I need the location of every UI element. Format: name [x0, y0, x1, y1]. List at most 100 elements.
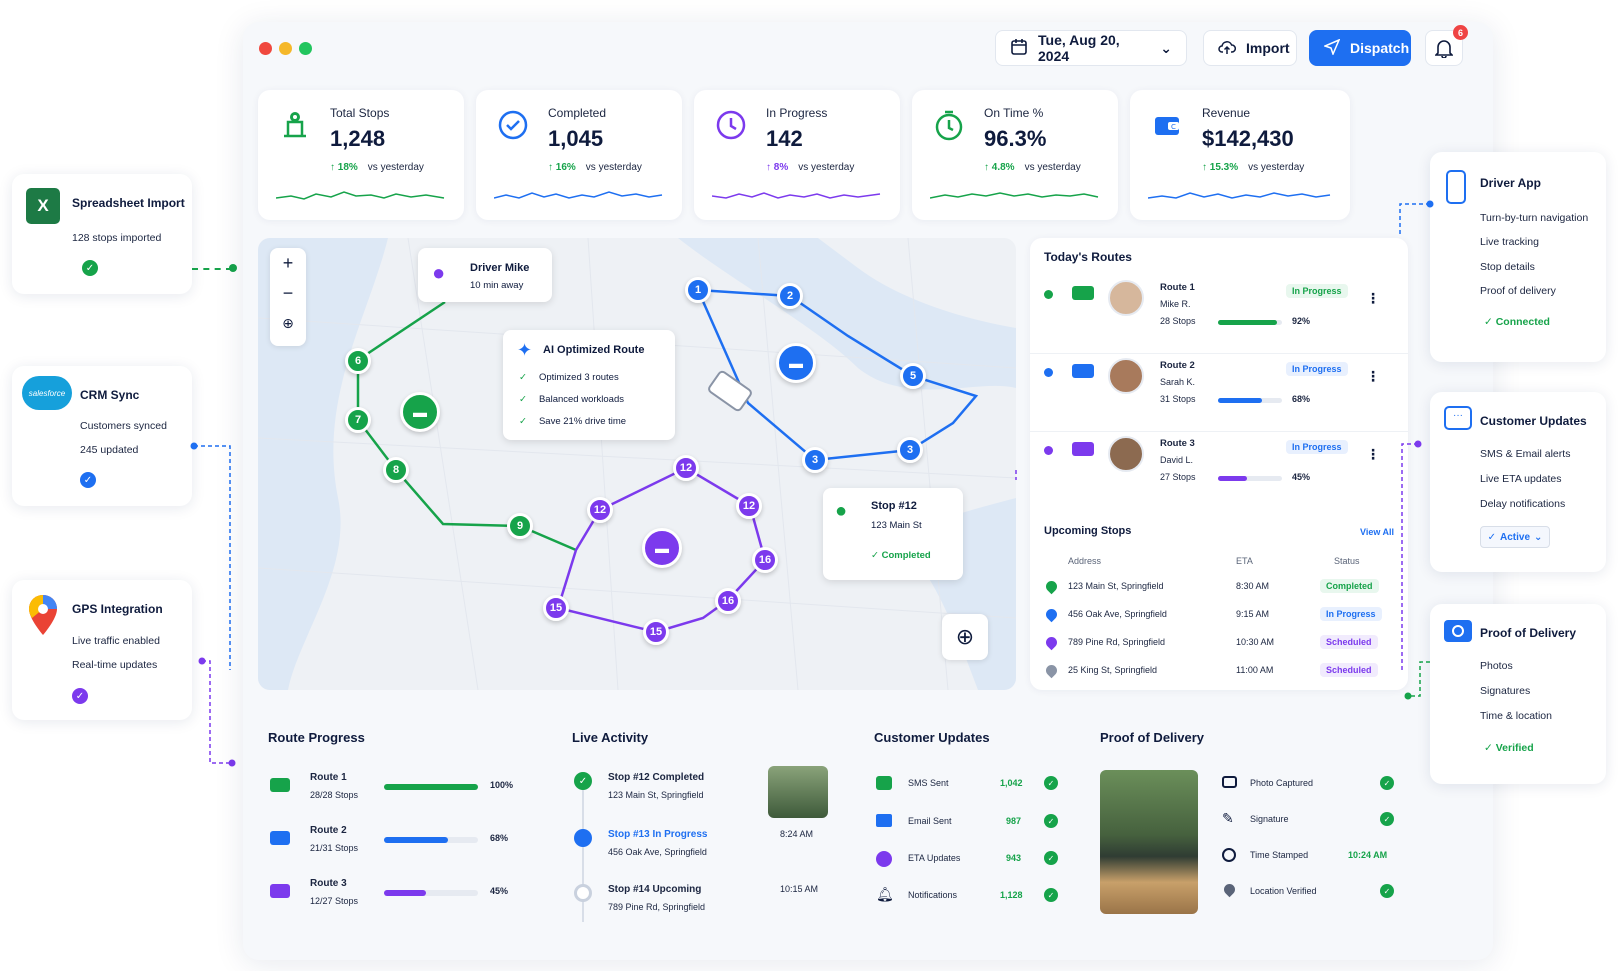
map-stop-marker[interactable]: 1 [685, 277, 711, 303]
route-name: Route 3 [310, 878, 347, 889]
map-stop-marker[interactable]: 6 [345, 348, 371, 374]
zoom-out-button[interactable]: − [270, 278, 306, 308]
update-row[interactable]: Email Sent 987 ✓ [874, 812, 1064, 836]
kpi-change-value: 15.3% [1209, 162, 1239, 173]
update-row[interactable]: SMS Sent 1,042 ✓ [874, 774, 1064, 798]
route-driver: Mike R. [1160, 299, 1191, 309]
ai-popup-item-text: Optimized 3 routes [538, 372, 619, 383]
map-stop-marker[interactable]: 3 [802, 447, 828, 473]
kpi-label: In Progress [766, 106, 828, 120]
smartphone-icon [1446, 170, 1466, 204]
kpi-value: 96.3% [984, 126, 1047, 151]
sms-icon [876, 776, 892, 790]
ai-popup-item: ✓ Optimized 3 routes [519, 372, 619, 383]
update-row[interactable]: ETA Updates 943 ✓ [874, 849, 1064, 873]
route-map[interactable]: + − ⊕ ● Driver Mike 10 min away ✦ AI Opt… [258, 238, 1016, 690]
update-value: 943 [1006, 853, 1022, 863]
zoom-in-button[interactable]: + [270, 248, 306, 278]
route-progress-row[interactable]: Route 3 12/27 Stops 45% [268, 878, 528, 914]
map-stop-marker[interactable]: 3 [897, 437, 923, 463]
feature-item: Stop details [1480, 261, 1535, 273]
import-label: Import [1246, 40, 1290, 56]
delivery-photo-thumbnail[interactable] [768, 766, 828, 818]
notifications-bell-icon[interactable]: 6 [1425, 25, 1468, 66]
kpi-total-stops[interactable]: Total Stops 1,248 ↑ 18% vs yesterday [258, 90, 464, 220]
check-icon: ✓ [1044, 776, 1058, 790]
kpi-vs: vs yesterday [585, 162, 642, 173]
feature-item: Signatures [1480, 685, 1531, 697]
feature-item: Turn-by-turn navigation [1480, 212, 1589, 224]
kpi-revenue[interactable]: C Revenue $142,430 ↑ 15.3% vs yesterday [1130, 90, 1350, 220]
more-options-icon[interactable]: ⋮ [1366, 368, 1380, 385]
map-pin-icon [28, 594, 58, 641]
map-stop-marker[interactable]: 2 [777, 283, 803, 309]
check-icon: ✓ [574, 772, 592, 790]
proof-label: Time Stamped [1250, 850, 1309, 860]
map-stop-marker[interactable]: 15 [543, 595, 569, 621]
map-stop-marker[interactable]: 12 [673, 455, 699, 481]
driver-popup[interactable]: ● Driver Mike 10 min away [418, 248, 552, 302]
truck-icon[interactable]: ▬ [642, 528, 682, 568]
route-progress-fill [384, 784, 478, 790]
proof-row: Time Stamped 10:24 AM [1220, 846, 1400, 870]
ai-popup-title: AI Optimized Route [543, 344, 645, 356]
update-row[interactable]: 🔔︎ Notifications 1,128 ✓ [874, 886, 1064, 910]
route-row[interactable]: Route 1 Mike R. 28 Stops In Progress 92%… [1030, 276, 1408, 354]
check-icon: ✓ [519, 416, 527, 427]
map-stop-marker[interactable]: 9 [507, 513, 533, 539]
map-pin-icon: ● [835, 500, 848, 522]
delivery-photo[interactable] [1100, 770, 1198, 914]
date-picker[interactable]: Tue, Aug 20, 2024 ⌄ [995, 30, 1187, 66]
route-progress-row[interactable]: Route 1 28/28 Stops 100% [268, 772, 528, 808]
recenter-icon[interactable]: ⊕ [942, 614, 988, 660]
route-progress-bar [384, 837, 478, 843]
activity-item[interactable]: ✓ Stop #12 Completed 123 Main St, Spring… [572, 766, 832, 820]
activity-item[interactable]: Stop #13 In Progress 456 Oak Ave, Spring… [572, 827, 832, 877]
check-icon: ✓ [82, 260, 98, 276]
maximize-window-button[interactable] [299, 42, 312, 55]
bell-icon: 🔔︎ [876, 886, 894, 902]
map-stop-marker[interactable]: 12 [736, 493, 762, 519]
more-options-icon[interactable]: ⋮ [1366, 290, 1380, 307]
map-stop-marker[interactable]: 16 [752, 547, 778, 573]
route-pct: 68% [1292, 394, 1311, 404]
close-window-button[interactable] [259, 42, 272, 55]
sparkle-icon: ✦ [517, 340, 533, 360]
stop-popup[interactable]: ● Stop #12 123 Main St ✓ Completed [823, 488, 963, 580]
kpi-change: ↑ 4.8% vs yesterday [984, 162, 1081, 173]
map-stop-marker[interactable]: 7 [345, 407, 371, 433]
map-stop-marker[interactable]: 5 [900, 363, 926, 389]
feature-title: Driver App [1480, 176, 1541, 190]
truck-icon[interactable]: ▬ [400, 392, 440, 432]
activity-item[interactable]: Stop #14 Upcoming 789 Pine Rd, Springfie… [572, 882, 832, 932]
map-stop-marker[interactable]: 16 [715, 588, 741, 614]
kpi-change: ↑ 18% vs yesterday [330, 162, 424, 173]
map-stop-marker[interactable]: 8 [383, 457, 409, 483]
check-icon: ✓ [1380, 776, 1394, 790]
route-row[interactable]: Route 2 Sarah K. 31 Stops In Progress 68… [1030, 354, 1408, 432]
kpi-completed[interactable]: Completed 1,045 ↑ 16% vs yesterday [476, 90, 682, 220]
route-pct: 100% [490, 780, 514, 790]
map-stop-marker[interactable]: 12 [587, 497, 613, 523]
route-pct: 45% [490, 886, 509, 896]
minimize-window-button[interactable] [279, 42, 292, 55]
route-progress-bar [1218, 398, 1282, 403]
customer-updates-title: Customer Updates [874, 730, 990, 745]
route-stops: 31 Stops [1160, 394, 1196, 404]
import-button[interactable]: Import [1203, 30, 1297, 66]
kpi-on-time[interactable]: On Time % 96.3% ↑ 4.8% vs yesterday [912, 90, 1118, 220]
truck-icon[interactable]: ▬ [776, 343, 816, 383]
dispatch-button[interactable]: Dispatch [1309, 30, 1411, 66]
connector-dot [229, 264, 237, 272]
locate-icon[interactable]: ⊕ [270, 308, 306, 338]
route-progress-row[interactable]: Route 2 21/31 Stops 68% [268, 825, 528, 861]
update-value: 1,042 [1000, 778, 1023, 788]
check-icon: ✓ [1044, 888, 1058, 902]
proof-label: Signature [1250, 814, 1289, 824]
kpi-in-progress[interactable]: In Progress 142 ↑ 8% vs yesterday [694, 90, 900, 220]
excel-icon: X [26, 188, 60, 224]
map-stop-marker[interactable]: 15 [643, 619, 669, 645]
truck-icon [270, 884, 290, 898]
status-dropdown[interactable]: ✓ Active ⌄ [1480, 526, 1550, 548]
connector-line [1399, 200, 1434, 234]
